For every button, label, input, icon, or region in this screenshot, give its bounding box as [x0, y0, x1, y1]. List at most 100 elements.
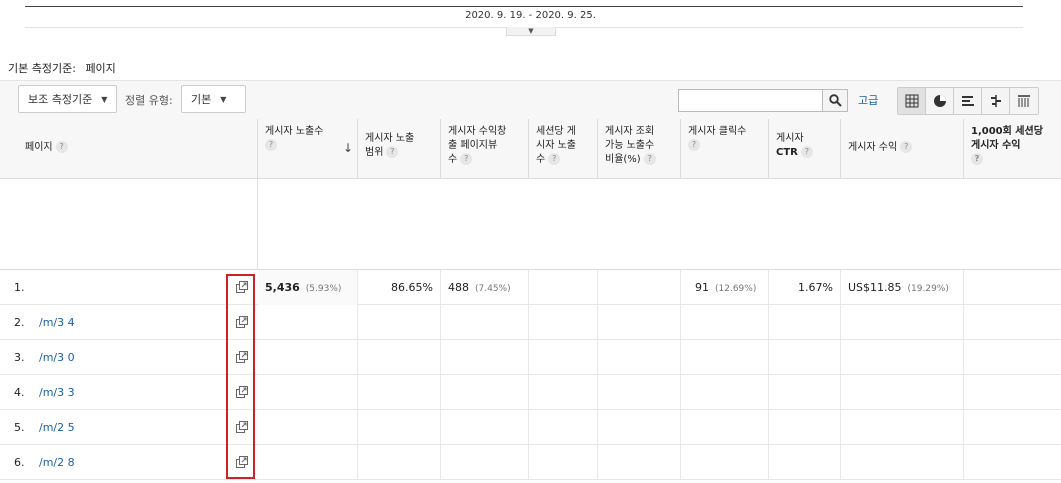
cell: [529, 305, 598, 340]
open-in-new-window-icon[interactable]: [236, 316, 248, 328]
chevron-down-icon: ▼: [528, 27, 534, 35]
open-in-new-window-icon[interactable]: [236, 351, 248, 363]
search-button[interactable]: [822, 89, 848, 112]
header-publisher-clicks[interactable]: 게시자 클릭수?: [681, 119, 769, 179]
cell: [441, 340, 529, 375]
header-label-line2: 가능 노출수: [605, 140, 655, 151]
cell: [769, 305, 841, 340]
summary-cell: [0, 179, 258, 270]
help-icon[interactable]: ?: [548, 153, 561, 165]
table-toolbar: 보조 측정기준 ▼ 정렬 유형: 기본 ▼ 고급: [0, 80, 1061, 119]
cell-impressions: 5,436 (5.93%): [258, 270, 358, 305]
secondary-dimension-label: 보조 측정기준: [28, 93, 93, 106]
header-viewable-impressions[interactable]: 게시자 조회가능 노출수비율(%)?: [598, 119, 681, 179]
sort-type-dropdown[interactable]: 기본 ▼: [181, 85, 246, 113]
cell-monetized-pageviews: 488 (7.45%): [441, 270, 529, 305]
comparison-icon: [990, 95, 1001, 107]
row-page-link[interactable]: /m/3 0: [39, 340, 75, 375]
cell-revenue-per-1000: [964, 270, 1061, 305]
cell: [769, 445, 841, 480]
secondary-dimension-dropdown[interactable]: 보조 측정기준 ▼: [18, 85, 118, 113]
cell: [258, 305, 358, 340]
header-label-line3: 비율(%): [605, 154, 641, 165]
header-page-label: 페이지: [25, 142, 53, 153]
header-publisher-impressions[interactable]: 게시자 노출수? ↓: [258, 119, 358, 179]
help-icon[interactable]: ?: [971, 153, 983, 165]
help-icon[interactable]: ?: [265, 139, 277, 151]
cell: [598, 375, 681, 410]
date-range-toggle-button[interactable]: ▼: [506, 27, 556, 36]
date-range-label: 2020. 9. 19. - 2020. 9. 25.: [465, 10, 596, 21]
view-performance-button[interactable]: [954, 88, 982, 114]
cell-ctr: 1.67%: [769, 270, 841, 305]
table-row: 2. /m/3 4: [0, 305, 1061, 340]
open-in-new-window-icon[interactable]: [236, 281, 248, 293]
caret-down-icon: ▼: [101, 94, 108, 104]
header-revenue-per-1000-sessions[interactable]: 1,000회 세션당 게시자 수익?: [964, 119, 1061, 179]
view-percentage-button[interactable]: [926, 88, 954, 114]
header-label-line2: 게시자 수익: [971, 140, 1021, 151]
pivot-icon: [1018, 95, 1030, 107]
help-icon[interactable]: ?: [688, 139, 700, 151]
advanced-filter-link[interactable]: 고급: [858, 92, 878, 108]
view-pivot-button[interactable]: [1010, 88, 1038, 114]
header-publisher-monetized-pageviews[interactable]: 게시자 수익창 출 페이지뷰 수?: [441, 119, 529, 179]
cell: [358, 340, 441, 375]
view-comparison-button[interactable]: [982, 88, 1010, 114]
impressions-value: 5,436: [265, 281, 300, 294]
cell: [358, 445, 441, 480]
grid-icon: [905, 94, 918, 108]
summary-row: [0, 179, 1061, 270]
help-icon[interactable]: ?: [900, 141, 913, 153]
cell: [358, 410, 441, 445]
header-label-line2: 범위: [365, 147, 384, 158]
table-row: 3. /m/3 0: [0, 340, 1061, 375]
header-label-line1: 게시자 노출: [365, 133, 415, 144]
cell-clicks: 91 (12.69%): [681, 270, 769, 305]
help-icon[interactable]: ?: [643, 153, 656, 165]
arrow-down-icon: ↓: [342, 141, 353, 155]
row-page-link[interactable]: /m/2 8: [39, 445, 75, 480]
row-page-link[interactable]: /m/3 3: [39, 375, 75, 410]
row-index: 4.: [14, 386, 25, 399]
open-in-new-window-icon[interactable]: [236, 456, 248, 468]
revenue-value: US$11.85: [848, 281, 902, 294]
help-icon[interactable]: ?: [386, 146, 399, 158]
header-publisher-coverage[interactable]: 게시자 노출범위?: [358, 119, 441, 179]
row-page-link[interactable]: /m/2 5: [39, 410, 75, 445]
cell: [681, 410, 769, 445]
header-publisher-ctr[interactable]: 게시자 CTR?: [769, 119, 841, 179]
cell: [841, 375, 964, 410]
header-label: 게시자 클릭수: [688, 126, 747, 137]
row-index: 5.: [14, 421, 25, 434]
caret-down-icon: ▼: [220, 94, 227, 104]
cell: [841, 445, 964, 480]
help-icon[interactable]: ?: [800, 146, 813, 158]
revenue-percent: (19.29%): [907, 284, 949, 294]
row-page-link[interactable]: /m/3 4: [39, 305, 75, 340]
help-icon[interactable]: ?: [55, 141, 68, 153]
open-in-new-window-icon[interactable]: [236, 386, 248, 398]
header-page[interactable]: 페이지?: [0, 119, 258, 179]
cell: [598, 445, 681, 480]
header-label-line2: 시자 노출: [536, 140, 576, 151]
monetized-pageviews-percent: (7.45%): [475, 284, 511, 294]
view-data-table-button[interactable]: [898, 88, 926, 114]
primary-dimension-value[interactable]: 페이지: [85, 62, 115, 75]
table-view-switcher: [897, 87, 1039, 115]
bar-list-icon: [961, 96, 974, 106]
header-label-line1: 게시자: [776, 133, 804, 144]
header-label-line1: 게시자 조회: [605, 126, 655, 137]
header-publisher-revenue[interactable]: 게시자 수익?: [841, 119, 964, 179]
date-range-top-line: [25, 6, 1023, 7]
search-icon: [828, 94, 842, 107]
table-search-input[interactable]: [678, 89, 823, 112]
help-icon[interactable]: ?: [460, 153, 473, 165]
cell: [598, 340, 681, 375]
header-impressions-per-session[interactable]: 세션당 게 시자 노출 수?: [529, 119, 598, 179]
coverage-value: 86.65%: [391, 281, 433, 294]
cell: [681, 375, 769, 410]
open-in-new-window-icon[interactable]: [236, 421, 248, 433]
cell: [258, 340, 358, 375]
table-row: 1. 5,436 (5.93%) 86.65% 488 (7.45%) 91 (12.…: [0, 270, 1061, 305]
